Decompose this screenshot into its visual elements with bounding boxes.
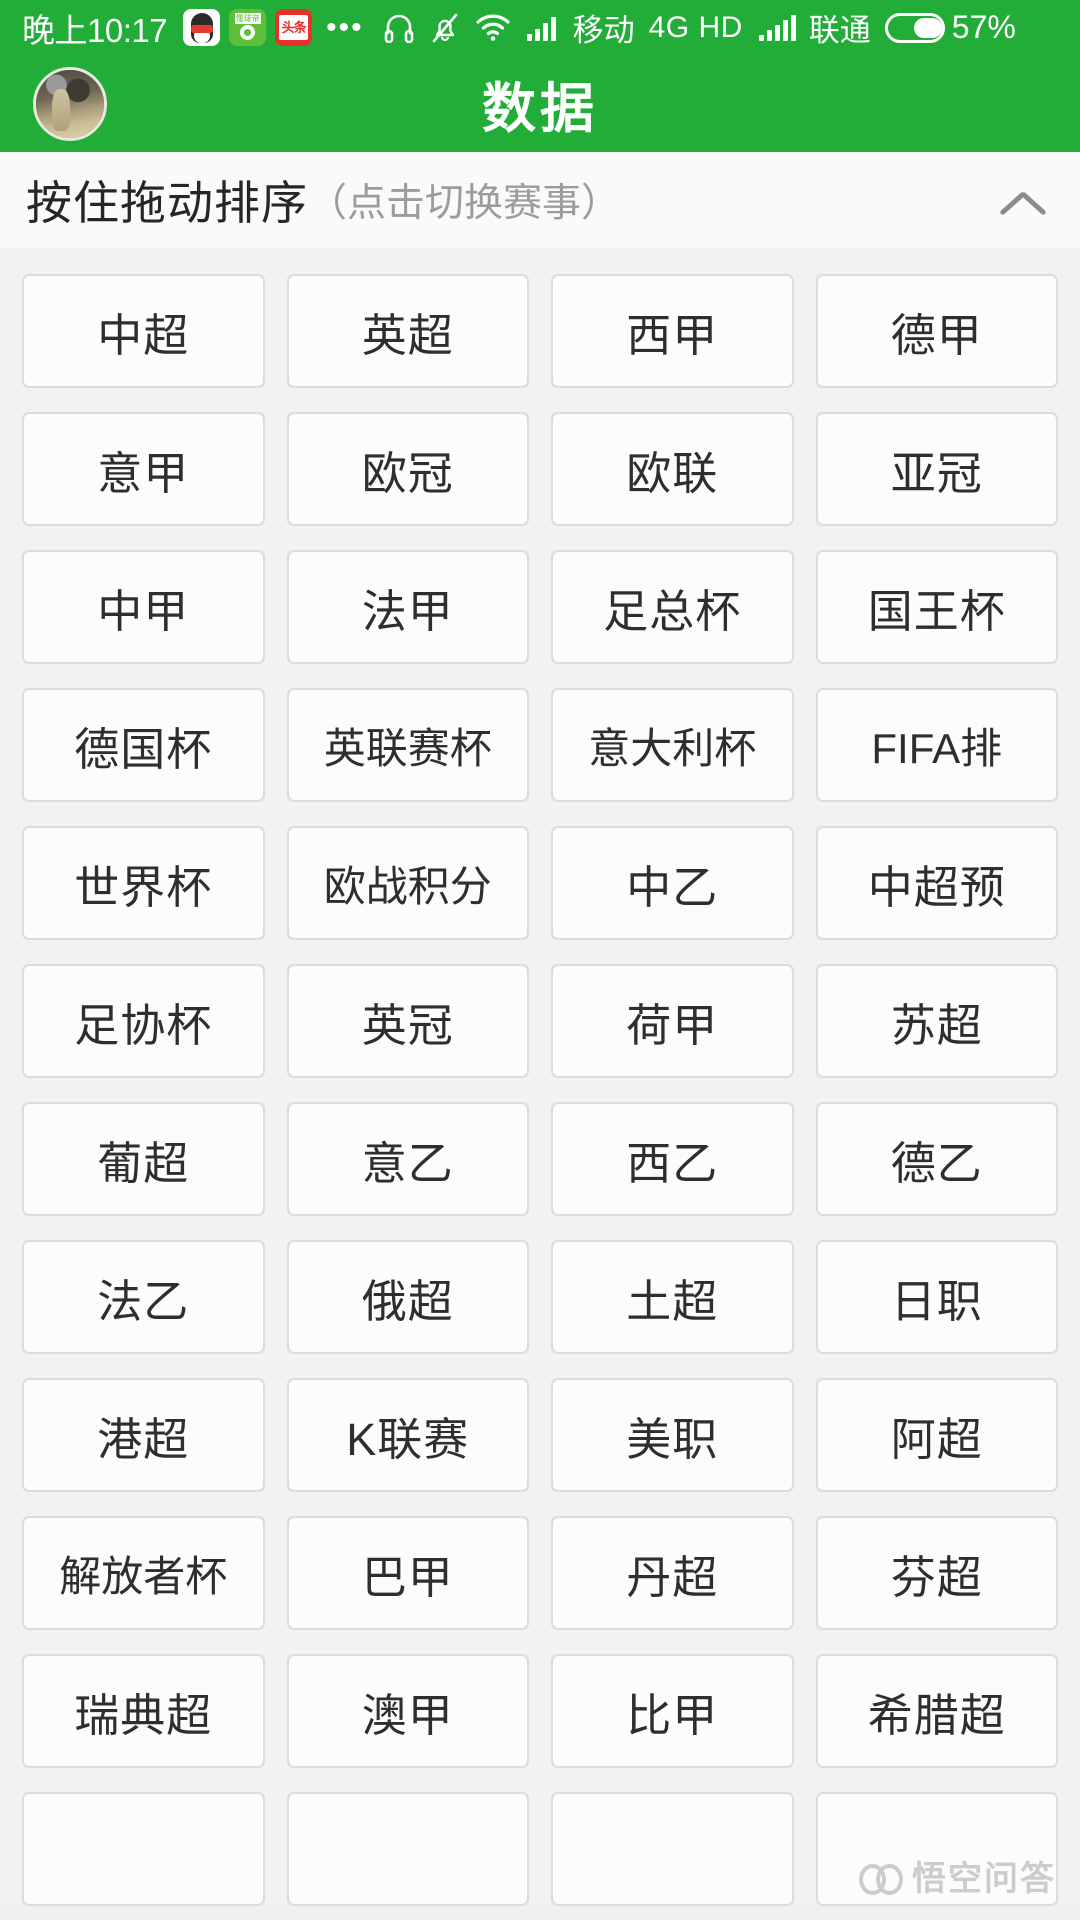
status-app-icons: 懂球帝 头条 [183, 9, 313, 46]
competition-cell[interactable]: 日职 [815, 1240, 1058, 1354]
competition-cell[interactable]: K联赛 [286, 1378, 529, 1492]
competition-cell[interactable] [286, 1792, 529, 1906]
status-bar: 晚上10:17 懂球帝 头条 ••• 移动 4G HD 联通 57% [0, 0, 1080, 55]
competition-cell[interactable]: 阿超 [815, 1378, 1058, 1492]
toutiao-news-icon: 头条 [275, 9, 313, 46]
competition-cell[interactable]: 欧冠 [286, 412, 529, 526]
chevron-up-icon[interactable] [996, 170, 1056, 230]
competition-cell[interactable]: 苏超 [815, 964, 1058, 1078]
competition-cell[interactable]: 葡超 [22, 1102, 265, 1216]
competition-cell[interactable]: 英联赛杯 [286, 688, 529, 802]
battery-icon [884, 12, 945, 43]
competition-cell[interactable]: 港超 [22, 1378, 265, 1492]
competition-cell[interactable] [22, 1792, 265, 1906]
competition-cell[interactable]: 中超 [22, 274, 265, 388]
competition-cell[interactable]: 法甲 [286, 550, 529, 664]
signal-bars-secondary-icon [758, 14, 796, 41]
wifi-icon [476, 14, 510, 41]
competition-cell[interactable]: 德国杯 [22, 688, 265, 802]
competition-cell[interactable]: 西乙 [551, 1102, 794, 1216]
competition-cell[interactable]: 美职 [551, 1378, 794, 1492]
competition-cell[interactable]: 英冠 [286, 964, 529, 1078]
competition-cell[interactable]: 足总杯 [551, 550, 794, 664]
avatar[interactable] [33, 66, 107, 141]
carrier-name-unicom: 联通 [808, 13, 871, 48]
competition-cell[interactable]: 法乙 [22, 1240, 265, 1354]
page-title: 数据 [482, 79, 598, 139]
soccer-app-icon: 懂球帝 [229, 9, 267, 46]
title-bar: 数据 [0, 55, 1080, 152]
competition-cell[interactable]: 瑞典超 [22, 1654, 265, 1768]
signal-bars-icon [526, 15, 556, 41]
competition-grid-wrap: 中超 英超 西甲 德甲意甲 欧冠 欧联 亚冠中甲 法甲 足总杯 国王杯德国杯 英联赛杯 意大利杯 FIF… [0, 248, 1080, 1906]
sort-header-sub-label: （点击切换赛事） [308, 182, 621, 225]
bell-muted-icon [431, 13, 459, 43]
app-root: 晚上10:17 懂球帝 头条 ••• 移动 4G HD 联通 57% 数据 按住… [0, 0, 1080, 1920]
competition-cell[interactable]: 足协杯 [22, 964, 265, 1078]
competition-cell[interactable]: 芬超 [815, 1516, 1058, 1630]
competition-cell[interactable]: 欧战积分 [286, 826, 529, 940]
competition-cell[interactable]: 意乙 [286, 1102, 529, 1216]
competition-cell[interactable]: 德乙 [815, 1102, 1058, 1216]
competition-cell[interactable]: 比甲 [551, 1654, 794, 1768]
competition-cell[interactable]: 荷甲 [551, 964, 794, 1078]
status-time: 晚上10:17 [22, 11, 168, 49]
competition-cell[interactable]: 德甲 [815, 274, 1058, 388]
competition-cell[interactable]: 西甲 [551, 274, 794, 388]
competition-cell[interactable]: 国王杯 [815, 550, 1058, 664]
competition-cell[interactable]: 亚冠 [815, 412, 1058, 526]
competition-cell[interactable]: 巴甲 [286, 1516, 529, 1630]
competition-cell[interactable]: 希腊超 [815, 1654, 1058, 1768]
carrier-name-mobile: 移动 [572, 13, 635, 48]
network-type: 4G HD [648, 10, 743, 44]
sort-header-main-label: 按住拖动排序 [26, 177, 308, 229]
competition-cell[interactable]: FIFA排 [815, 688, 1058, 802]
competition-cell[interactable]: 英超 [286, 274, 529, 388]
overflow-dots-icon: ••• [326, 10, 364, 44]
competition-cell[interactable]: 中乙 [551, 826, 794, 940]
competition-grid: 中超 英超 西甲 德甲意甲 欧冠 欧联 亚冠中甲 法甲 足总杯 国王杯德国杯 英联赛杯 意大利杯 FIF… [22, 274, 1058, 1906]
sort-header[interactable]: 按住拖动排序 （点击切换赛事） [0, 152, 1080, 248]
competition-cell[interactable]: 土超 [551, 1240, 794, 1354]
competition-cell[interactable] [815, 1792, 1058, 1906]
qq-icon [183, 9, 221, 46]
competition-cell[interactable]: 意大利杯 [551, 688, 794, 802]
competition-cell[interactable]: 世界杯 [22, 826, 265, 940]
competition-cell[interactable]: 欧联 [551, 412, 794, 526]
battery-percent: 57% [951, 9, 1016, 45]
competition-cell[interactable] [551, 1792, 794, 1906]
competition-cell[interactable]: 中甲 [22, 550, 265, 664]
headphone-icon [384, 13, 414, 43]
competition-cell[interactable]: 解放者杯 [22, 1516, 265, 1630]
competition-cell[interactable]: 中超预 [815, 826, 1058, 940]
competition-cell[interactable]: 俄超 [286, 1240, 529, 1354]
competition-cell[interactable]: 意甲 [22, 412, 265, 526]
competition-cell[interactable]: 澳甲 [286, 1654, 529, 1768]
competition-cell[interactable]: 丹超 [551, 1516, 794, 1630]
status-system-icons [384, 13, 556, 43]
